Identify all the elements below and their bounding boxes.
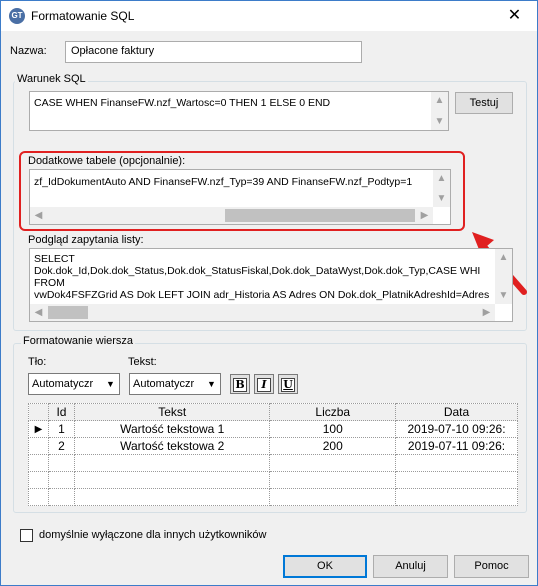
cell-text[interactable]: Wartość tekstowa 2 <box>73 437 271 455</box>
query-preview[interactable]: SELECT Dok.dok_Id,Dok.dok_Status,Dok.dok… <box>29 248 513 322</box>
row-indicator-icon <box>28 437 49 455</box>
preview-line: SELECT <box>34 253 75 265</box>
vertical-scrollbar[interactable]: ▲ ▼ <box>433 170 450 207</box>
sql-group-title: Warunek SQL <box>15 73 88 85</box>
scroll-right-icon[interactable]: ▶ <box>416 207 433 224</box>
extra-tables-label: Dodatkowe tabele (opcjonalnie): <box>28 155 186 167</box>
row-indicator <box>28 454 49 472</box>
column-header-date[interactable]: Data <box>395 403 518 421</box>
horizontal-scrollbar[interactable]: ◀ ▶ <box>30 207 433 224</box>
row-format-title: Formatowanie wiersza <box>21 335 136 347</box>
window-title: Formatowanie SQL <box>31 9 135 23</box>
cell-text[interactable]: Wartość tekstowa 1 <box>73 420 271 438</box>
name-label: Nazwa: <box>10 45 47 57</box>
background-color-value: Automatyczr <box>32 378 94 390</box>
scroll-up-icon[interactable]: ▲ <box>495 249 512 266</box>
scroll-left-icon[interactable]: ◀ <box>30 207 47 224</box>
extra-tables-text: zf_IdDokumentAuto AND FinanseFW.nzf_Typ=… <box>34 176 413 188</box>
cell-id[interactable] <box>47 488 75 506</box>
bold-button[interactable]: B <box>230 374 250 394</box>
preview-line: Dok.dok_Id,Dok.dok_Status,Dok.dok_Status… <box>34 265 481 277</box>
scroll-left-icon[interactable]: ◀ <box>30 304 47 321</box>
column-header <box>28 403 49 421</box>
name-input[interactable]: Opłacone faktury <box>65 41 362 63</box>
table-row[interactable] <box>28 488 518 506</box>
background-label: Tło: <box>28 356 47 368</box>
background-color-select[interactable]: Automatyczr ▼ <box>28 373 120 395</box>
vertical-scrollbar[interactable]: ▲ ▼ <box>431 92 448 130</box>
ok-button[interactable]: OK <box>283 555 367 578</box>
scroll-down-icon[interactable]: ▼ <box>495 287 512 304</box>
cell-number[interactable]: 200 <box>269 437 397 455</box>
test-button[interactable]: Testuj <box>455 92 513 114</box>
cell-text[interactable] <box>73 488 271 506</box>
horizontal-scrollbar[interactable]: ◀ ▶ <box>30 304 495 321</box>
table-row[interactable] <box>28 471 518 489</box>
vertical-scrollbar[interactable]: ▲ ▼ <box>495 249 512 304</box>
dialog-window: GT Formatowanie SQL ✕ Nazwa: Opłacone fa… <box>0 0 538 586</box>
italic-icon: I <box>257 377 271 392</box>
scroll-up-icon[interactable]: ▲ <box>433 170 450 187</box>
scroll-right-icon[interactable]: ▶ <box>478 304 495 321</box>
title-bar: GT Formatowanie SQL ✕ <box>1 1 537 31</box>
app-icon: GT <box>9 8 25 24</box>
underline-icon: U <box>281 377 295 392</box>
cell-id[interactable] <box>47 471 75 489</box>
cell-date[interactable] <box>395 454 518 472</box>
close-icon[interactable]: ✕ <box>492 1 537 31</box>
column-header-number[interactable]: Liczba <box>269 403 397 421</box>
scroll-thumb[interactable] <box>225 209 415 222</box>
cell-date[interactable]: 2019-07-11 09:26: <box>395 437 518 455</box>
chevron-down-icon[interactable]: ▼ <box>203 374 220 394</box>
table-row[interactable]: ▶ 1 Wartość tekstowa 1 100 2019-07-10 09… <box>28 420 518 438</box>
preview-line: FROM <box>34 277 65 289</box>
cell-number[interactable]: 100 <box>269 420 397 438</box>
scroll-up-icon[interactable]: ▲ <box>431 92 448 109</box>
cell-text[interactable] <box>73 454 271 472</box>
cell-number[interactable] <box>269 488 397 506</box>
cell-date[interactable] <box>395 488 518 506</box>
row-indicator <box>28 488 49 506</box>
cell-number[interactable] <box>269 454 397 472</box>
column-header-id[interactable]: Id <box>47 403 75 421</box>
scroll-thumb[interactable] <box>48 306 88 319</box>
cell-date[interactable]: 2019-07-10 09:26: <box>395 420 518 438</box>
default-off-checkbox[interactable] <box>20 529 33 542</box>
help-button[interactable]: Pomoc <box>454 555 529 578</box>
row-indicator-icon: ▶ <box>28 420 49 438</box>
grid-header: Id Tekst Liczba Data <box>28 403 518 421</box>
italic-button[interactable]: I <box>254 374 274 394</box>
table-row[interactable] <box>28 454 518 472</box>
table-row[interactable]: 2 Wartość tekstowa 2 200 2019-07-11 09:2… <box>28 437 518 455</box>
cell-id[interactable]: 2 <box>47 437 75 455</box>
scroll-down-icon[interactable]: ▼ <box>431 113 448 130</box>
scroll-down-icon[interactable]: ▼ <box>433 190 450 207</box>
cell-id[interactable]: 1 <box>47 420 75 438</box>
chevron-down-icon[interactable]: ▼ <box>102 374 119 394</box>
cell-id[interactable] <box>47 454 75 472</box>
cancel-button[interactable]: Anuluj <box>373 555 448 578</box>
bold-icon: B <box>233 377 247 392</box>
text-color-label: Tekst: <box>128 356 157 368</box>
row-indicator <box>28 471 49 489</box>
underline-button[interactable]: U <box>278 374 298 394</box>
sql-condition-input[interactable]: CASE WHEN FinanseFW.nzf_Wartosc=0 THEN 1… <box>29 91 449 131</box>
default-off-label: domyślnie wyłączone dla innych użytkowni… <box>39 529 267 541</box>
preview-line: vwDok4FSFZGrid AS Dok LEFT JOIN adr_Hist… <box>34 289 490 301</box>
sql-condition-text: CASE WHEN FinanseFW.nzf_Wartosc=0 THEN 1… <box>34 97 331 109</box>
text-color-select[interactable]: Automatyczr ▼ <box>129 373 221 395</box>
text-color-value: Automatyczr <box>133 378 195 390</box>
preview-label: Podgląd zapytania listy: <box>28 234 144 246</box>
column-header-text[interactable]: Tekst <box>73 403 271 421</box>
cell-text[interactable] <box>73 471 271 489</box>
extra-tables-input[interactable]: zf_IdDokumentAuto AND FinanseFW.nzf_Typ=… <box>29 169 451 225</box>
cell-date[interactable] <box>395 471 518 489</box>
preview-text: SELECT Dok.dok_Id,Dok.dok_Status,Dok.dok… <box>34 253 489 301</box>
cell-number[interactable] <box>269 471 397 489</box>
preview-grid[interactable]: Id Tekst Liczba Data ▶ 1 Wartość tekstow… <box>28 403 518 506</box>
